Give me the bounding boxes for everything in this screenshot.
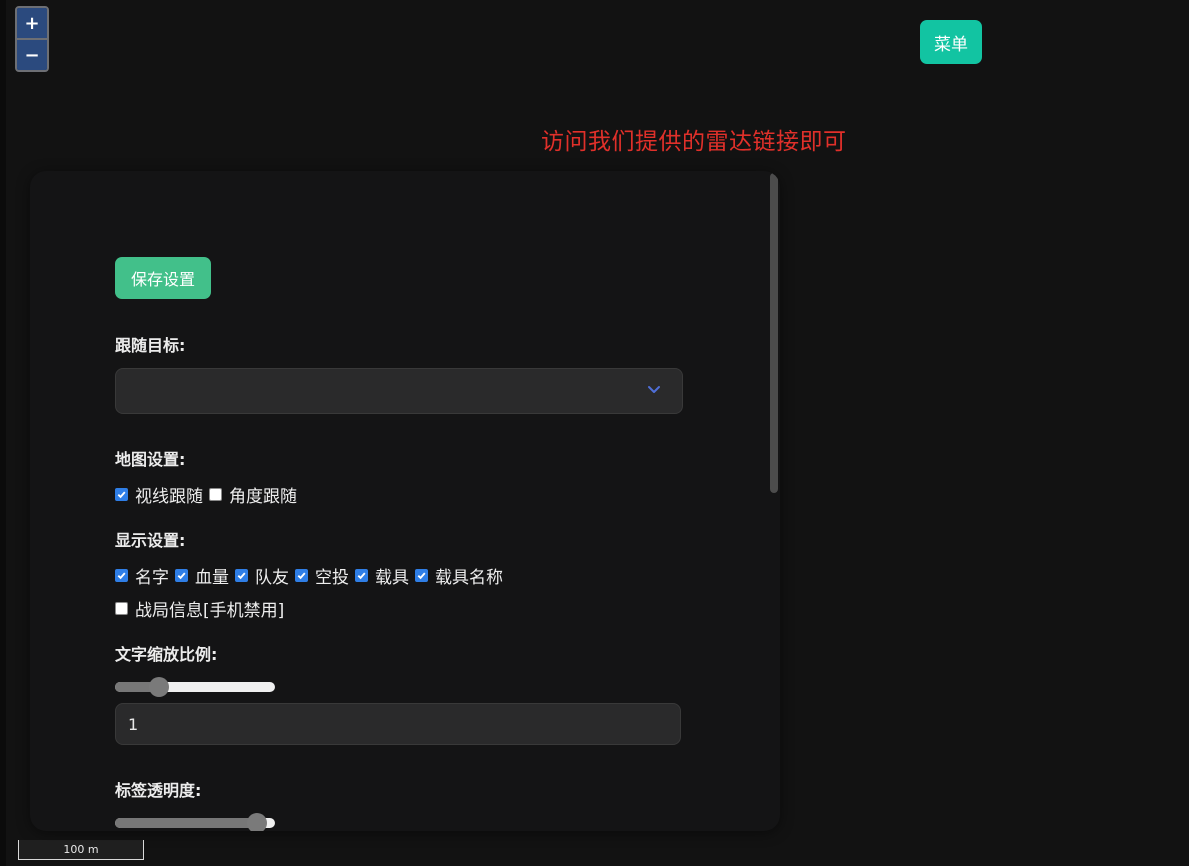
check-icon	[297, 572, 306, 580]
display-settings-options-row2: 战局信息[手机禁用]	[115, 596, 685, 621]
zoom-control: + −	[15, 6, 49, 72]
teammates-label: 队友	[255, 568, 289, 588]
check-icon	[117, 491, 126, 499]
checkbox-teammates[interactable]	[235, 569, 248, 582]
checkbox-name[interactable]	[115, 569, 128, 582]
text-scale-label: 文字缩放比例:	[115, 645, 218, 664]
checkbox-vehicle[interactable]	[355, 569, 368, 582]
follow-target-select[interactable]	[115, 368, 683, 414]
checkbox-health[interactable]	[175, 569, 188, 582]
save-settings-button[interactable]: 保存设置	[115, 257, 211, 299]
scrollbar-thumb[interactable]	[770, 173, 778, 493]
text-scale-slider[interactable]	[115, 677, 275, 697]
view-follow-label: 视线跟随	[135, 487, 203, 507]
chevron-down-icon	[648, 386, 660, 393]
map-settings-label: 地图设置:	[115, 450, 186, 469]
health-label: 血量	[195, 568, 229, 588]
check-icon	[357, 572, 366, 580]
panel-scrollbar[interactable]	[770, 173, 778, 829]
check-icon	[177, 572, 186, 580]
menu-button[interactable]: 菜单	[920, 20, 982, 64]
follow-target-label: 跟随目标:	[115, 336, 186, 355]
display-settings-options: 名字 血量 队友 空投 载具 载具名称	[115, 563, 685, 588]
match-info-label: 战局信息[手机禁用]	[135, 601, 285, 621]
map-scale-bar: 100 m	[18, 840, 144, 860]
checkbox-match-info[interactable]	[115, 602, 128, 615]
text-scale-input[interactable]	[115, 703, 681, 745]
zoom-in-button[interactable]: +	[17, 8, 47, 38]
name-label: 名字	[135, 568, 169, 588]
angle-follow-label: 角度跟随	[229, 487, 297, 507]
settings-form: 保存设置 跟随目标: 地图设置: 视线跟随 角度跟随 显示设置: 名字 血量 队…	[115, 257, 685, 831]
check-icon	[117, 572, 126, 580]
slider-fill	[115, 818, 257, 828]
checkbox-airdrop[interactable]	[295, 569, 308, 582]
check-icon	[237, 572, 246, 580]
slider-thumb[interactable]	[246, 813, 267, 831]
checkbox-view-follow[interactable]	[115, 488, 128, 501]
checkbox-angle-follow[interactable]	[209, 488, 222, 501]
airdrop-label: 空投	[315, 568, 349, 588]
zoom-out-button[interactable]: −	[17, 38, 47, 70]
vehicle-label: 载具	[375, 568, 409, 588]
map-settings-options: 视线跟随 角度跟随	[115, 482, 685, 507]
radar-link-notice: 访问我们提供的雷达链接即可	[541, 129, 847, 155]
settings-panel: 保存设置 跟随目标: 地图设置: 视线跟随 角度跟随 显示设置: 名字 血量 队…	[30, 171, 780, 831]
display-settings-label: 显示设置:	[115, 531, 186, 550]
vehicle-name-label: 载具名称	[435, 568, 503, 588]
label-opacity-slider[interactable]	[115, 813, 275, 831]
label-opacity-label: 标签透明度:	[115, 781, 202, 800]
check-icon	[417, 572, 426, 580]
slider-thumb[interactable]	[148, 677, 169, 697]
checkbox-vehicle-name[interactable]	[415, 569, 428, 582]
